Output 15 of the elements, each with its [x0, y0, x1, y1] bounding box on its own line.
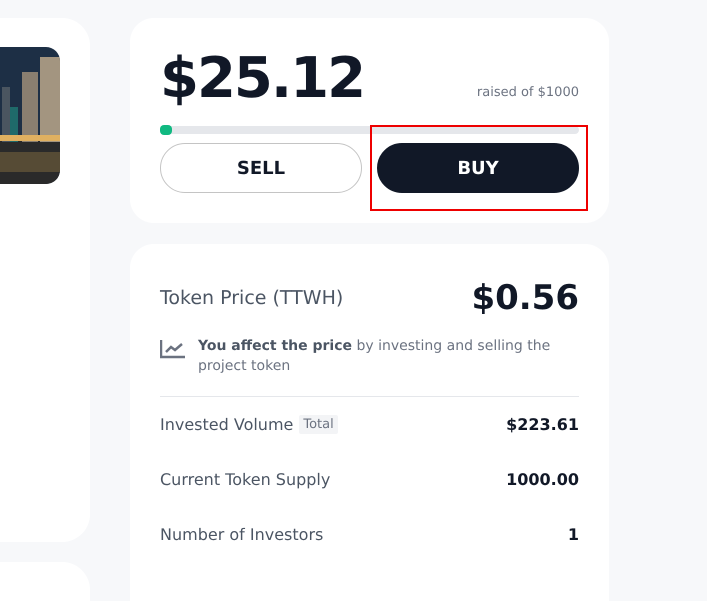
token-title: Token Price (TTWH): [160, 287, 344, 309]
stat-label: Current Token Supply: [160, 470, 330, 489]
price-note: You affect the price by investing and selling the project token: [198, 337, 552, 376]
goal-label: raised of $1000: [476, 85, 579, 100]
stat-label: Invested Volume: [160, 415, 294, 434]
stat-label: Number of Investors: [160, 525, 324, 544]
buy-button[interactable]: BUY: [377, 143, 579, 193]
raised-amount: $25.12: [160, 45, 364, 113]
stat-value: 1: [568, 525, 579, 544]
chart-icon: [160, 339, 186, 359]
stat-value: $223.61: [506, 415, 579, 434]
stat-value: 1000.00: [506, 470, 579, 489]
token-price: $0.56: [471, 278, 579, 318]
stat-tag: Total: [299, 415, 338, 434]
sell-button[interactable]: SELL: [160, 143, 362, 193]
